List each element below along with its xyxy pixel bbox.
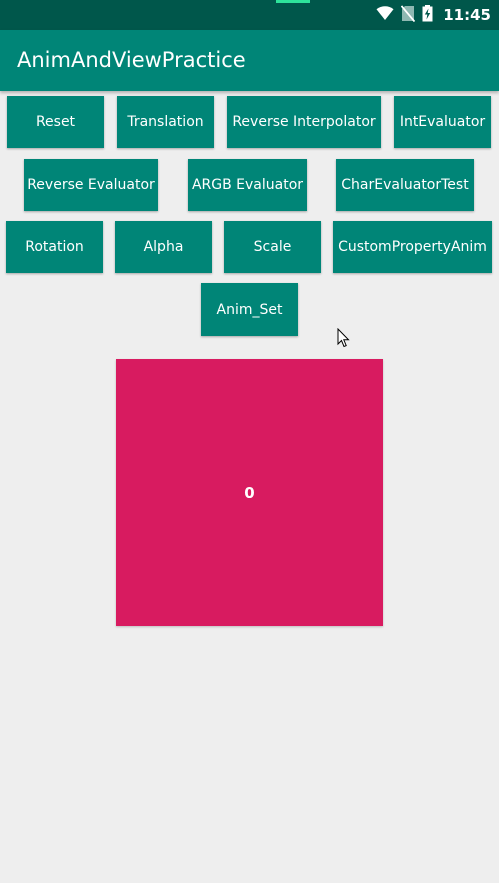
custom-property-anim-button[interactable]: CustomPropertyAnim [333, 221, 492, 273]
no-sim-icon [401, 4, 416, 26]
anim-set-button[interactable]: Anim_Set [201, 283, 298, 336]
rotation-button[interactable]: Rotation [6, 221, 103, 273]
char-evaluator-test-button[interactable]: CharEvaluatorTest [336, 159, 474, 211]
mouse-pointer-icon [337, 327, 350, 352]
app-bar: AnimAndViewPractice [0, 30, 499, 91]
argb-evaluator-button[interactable]: ARGB Evaluator [188, 159, 307, 211]
reset-button[interactable]: Reset [7, 96, 104, 148]
int-evaluator-button[interactable]: IntEvaluator [394, 96, 491, 148]
reverse-interpolator-button[interactable]: Reverse Interpolator [227, 96, 381, 148]
battery-charging-icon [422, 4, 433, 26]
reverse-evaluator-button[interactable]: Reverse Evaluator [24, 159, 158, 211]
status-icons: 11:45 [376, 0, 491, 30]
animated-view-value: 0 [244, 483, 255, 502]
wifi-icon [376, 5, 394, 25]
notification-indicator [276, 0, 310, 3]
animated-view[interactable]: 0 [116, 359, 383, 626]
app-title: AnimAndViewPractice [17, 48, 246, 72]
scale-button[interactable]: Scale [224, 221, 321, 273]
status-bar: 11:45 [0, 0, 499, 30]
alpha-button[interactable]: Alpha [115, 221, 212, 273]
status-time: 11:45 [443, 6, 491, 24]
translation-button[interactable]: Translation [117, 96, 214, 148]
